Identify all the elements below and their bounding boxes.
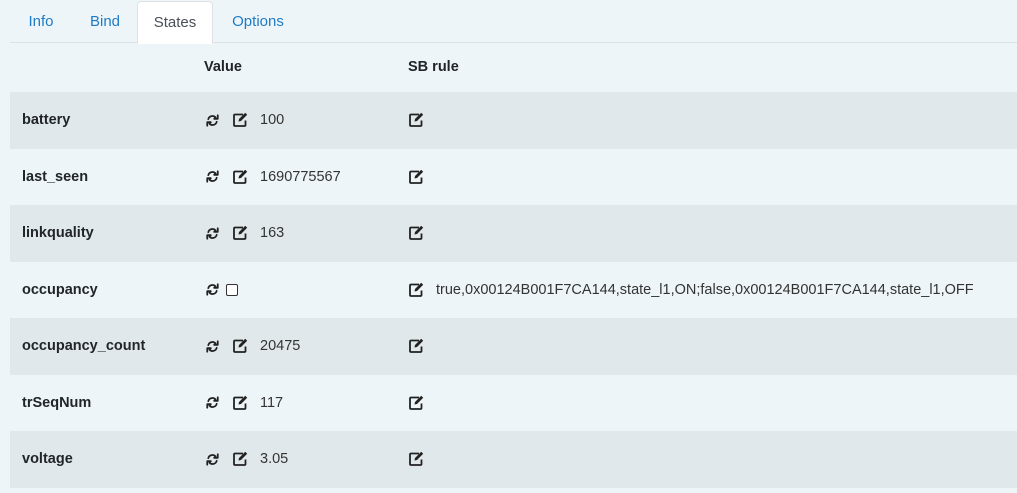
tab-bind[interactable]: Bind (72, 1, 138, 43)
sb-rule-cell (408, 318, 436, 375)
table-row: linkquality 163 (10, 205, 1017, 262)
edit-icon[interactable] (232, 112, 248, 128)
edit-icon[interactable] (232, 169, 248, 185)
refresh-icon[interactable] (204, 282, 220, 298)
sb-rule-cell (408, 431, 436, 488)
state-value-cell: 117 (204, 375, 283, 432)
tab-options[interactable]: Options (213, 1, 303, 43)
rule-edit-icon[interactable] (408, 112, 424, 128)
state-value-cell: 20475 (204, 318, 300, 375)
table-row: occupancy true,0x00124B001F7CA144,state_l… (10, 262, 1017, 319)
states-table: Value SB rule battery 100 last_seen 1690775… (10, 43, 1017, 488)
refresh-icon[interactable] (204, 395, 220, 411)
rule-edit-icon[interactable] (408, 282, 424, 298)
state-value-text: 20475 (260, 338, 301, 355)
sb-rule-cell (408, 149, 436, 206)
refresh-icon[interactable] (204, 112, 220, 128)
state-value-text: 163 (260, 225, 285, 242)
edit-icon[interactable] (232, 451, 248, 467)
edit-icon[interactable] (232, 395, 248, 411)
table-row: voltage 3.05 (10, 431, 1017, 488)
state-value-cell: 3.05 (204, 431, 288, 488)
sb-rule-text: true,0x00124B001F7CA144,state_l1,ON;fals… (436, 281, 974, 298)
table-header: Value SB rule (10, 43, 1017, 92)
state-name: voltage (22, 451, 73, 468)
table-row: trSeqNum 117 (10, 375, 1017, 432)
state-value-cell: 100 (204, 92, 284, 149)
tab-bar: Info Bind States Options (10, 0, 1017, 44)
state-value-cell: 163 (204, 205, 284, 262)
table-body: battery 100 last_seen 1690775567 linkquality… (10, 92, 1017, 488)
state-name: last_seen (22, 168, 89, 185)
table-row: last_seen 1690775567 (10, 149, 1017, 206)
state-name: occupancy_count (22, 338, 146, 355)
state-value-cell: 1690775567 (204, 149, 341, 206)
state-name: occupancy (22, 281, 98, 298)
state-value-text: 100 (260, 112, 285, 129)
rule-edit-icon[interactable] (408, 395, 424, 411)
rule-edit-icon[interactable] (408, 338, 424, 354)
edit-icon[interactable] (232, 225, 248, 241)
state-value-text: 1690775567 (260, 168, 341, 185)
refresh-icon[interactable] (204, 451, 220, 467)
rule-edit-icon[interactable] (408, 225, 424, 241)
table-row: battery 100 (10, 92, 1017, 149)
state-value-text: 3.05 (260, 451, 289, 468)
tab-states[interactable]: States (137, 1, 213, 44)
sb-rule-cell: true,0x00124B001F7CA144,state_l1,ON;fals… (408, 262, 974, 319)
column-header-sb-rule: SB rule (408, 59, 459, 75)
refresh-icon[interactable] (204, 338, 220, 354)
device-states-panel: Info Bind States Options Value SB rule b… (0, 0, 1017, 493)
sb-rule-cell (408, 205, 436, 262)
state-name: battery (22, 112, 71, 129)
edit-icon[interactable] (232, 338, 248, 354)
state-value-cell (204, 262, 238, 319)
refresh-icon[interactable] (204, 225, 220, 241)
tab-info[interactable]: Info (10, 1, 72, 43)
state-name: trSeqNum (22, 394, 92, 411)
state-name: linkquality (22, 225, 94, 242)
table-row: occupancy_count 20475 (10, 318, 1017, 375)
sb-rule-cell (408, 375, 436, 432)
rule-edit-icon[interactable] (408, 169, 424, 185)
state-checkbox[interactable] (226, 283, 238, 296)
column-header-value: Value (204, 59, 242, 75)
sb-rule-cell (408, 92, 436, 149)
state-value-text: 117 (260, 394, 284, 411)
rule-edit-icon[interactable] (408, 451, 424, 467)
refresh-icon[interactable] (204, 169, 220, 185)
